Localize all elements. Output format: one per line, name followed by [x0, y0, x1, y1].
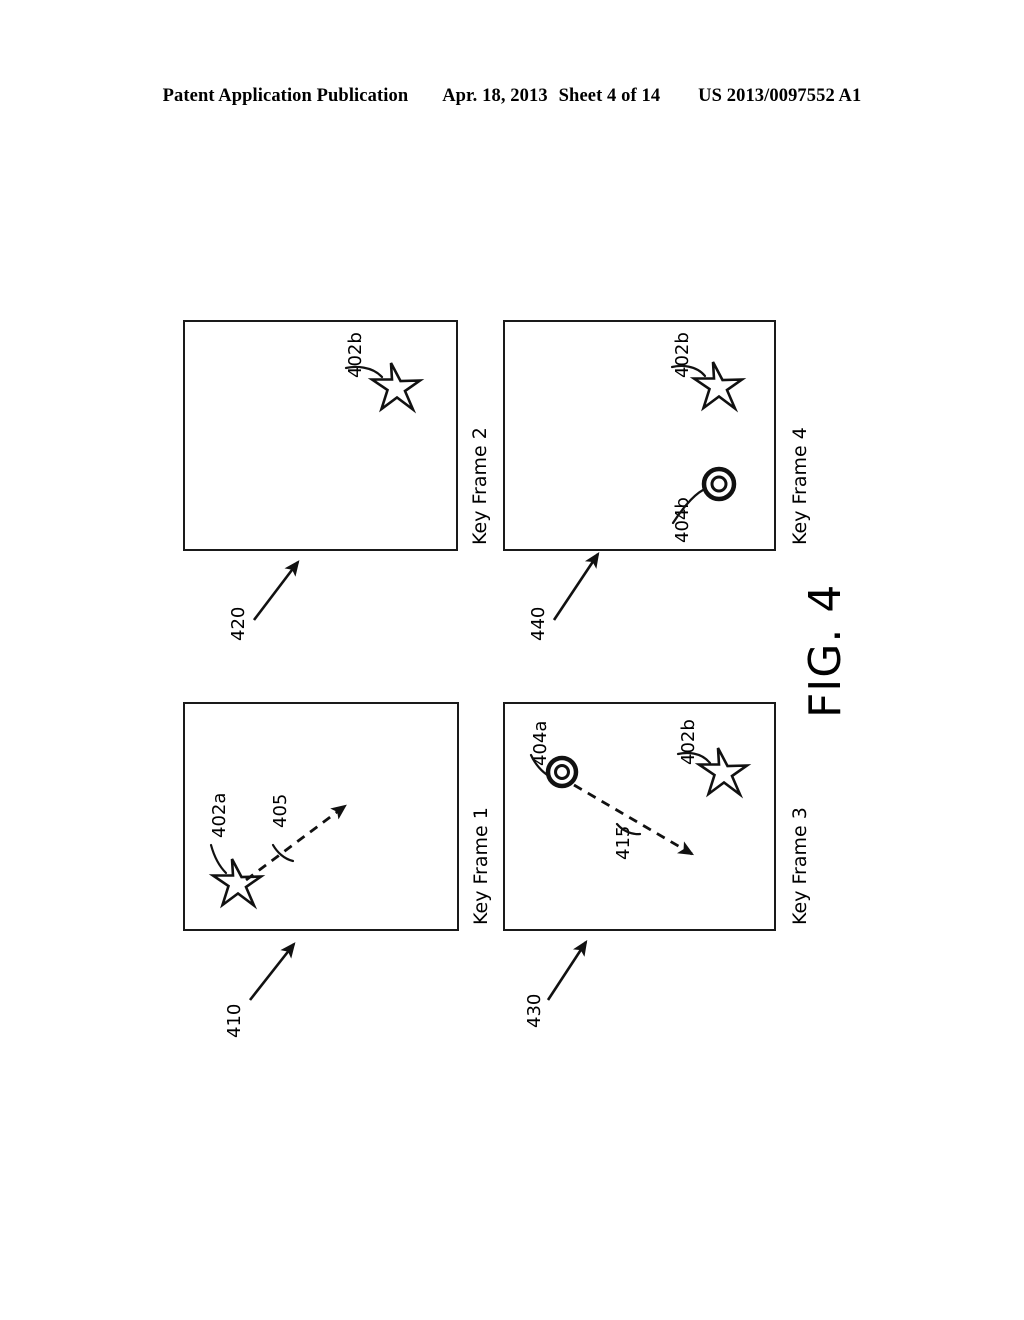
object-label-405-frame1: 405	[270, 793, 291, 828]
figure-4-drawing: Key Frame 2 Key Frame 4 Key Frame 1 Key …	[0, 0, 1024, 1320]
object-label-402b-frame4: 402b	[672, 332, 693, 378]
object-label-402b-frame2: 402b	[345, 332, 366, 378]
figure-caption: FIG. 4	[800, 583, 851, 718]
pointer-arrow-430	[546, 940, 588, 1001]
reference-numeral-430: 430	[524, 993, 545, 1028]
figure-vector-artwork	[208, 361, 752, 1001]
key-frame-4-caption: Key Frame 4	[789, 427, 811, 545]
key-frame-4-box	[503, 320, 776, 551]
reference-numeral-440: 440	[528, 606, 549, 641]
key-frame-2-caption: Key Frame 2	[469, 427, 491, 545]
pointer-arrow-440	[552, 552, 600, 621]
key-frame-1-caption: Key Frame 1	[470, 807, 492, 925]
key-frame-2-box	[183, 320, 458, 551]
pointer-arrow-410	[248, 942, 296, 1001]
object-label-404a-frame3: 404a	[530, 720, 551, 766]
object-label-415-frame3: 415	[613, 825, 634, 860]
key-frame-3-caption: Key Frame 3	[789, 807, 811, 925]
reference-numeral-410: 410	[224, 1003, 245, 1038]
reference-numeral-420: 420	[228, 606, 249, 641]
pointer-arrow-420	[252, 560, 300, 621]
object-label-404b-frame4: 404b	[672, 497, 693, 543]
object-label-402a-frame1: 402a	[209, 792, 230, 838]
object-label-402b-frame3: 402b	[678, 719, 699, 765]
